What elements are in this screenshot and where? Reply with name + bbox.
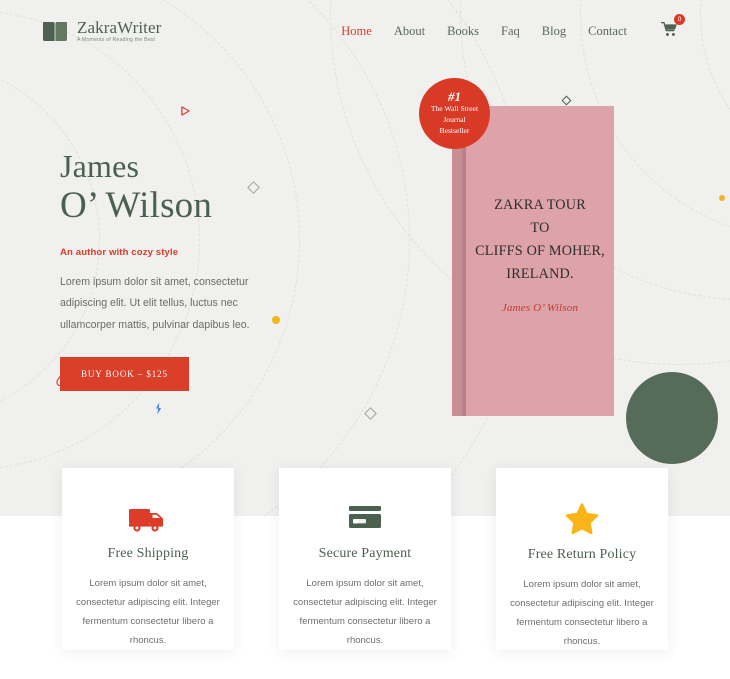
feature-card-secure-payment[interactable]: Secure Payment Lorem ipsum dolor sit ame… [279, 468, 451, 650]
shopping-cart-icon [660, 21, 678, 41]
bestseller-badge: #1 The Wall Street Journal Bestseller [419, 78, 490, 149]
nav-item-faq[interactable]: Faq [501, 24, 520, 39]
nav-item-blog[interactable]: Blog [542, 24, 566, 39]
feature-cards: Free Shipping Lorem ipsum dolor sit amet… [62, 468, 668, 650]
nav-item-contact[interactable]: Contact [588, 24, 627, 39]
cart-button[interactable]: 0 [660, 13, 685, 42]
book-title-line-3: CLIFFS OF MOHER, [475, 243, 605, 259]
nav-item-about[interactable]: About [394, 24, 425, 39]
feature-title: Free Return Policy [527, 547, 637, 562]
book-title-line-2: TO [530, 220, 550, 236]
badge-line-3: Bestseller [439, 126, 470, 136]
feature-text: Lorem ipsum dolor sit amet, consectetur … [510, 579, 654, 647]
feature-card-free-shipping[interactable]: Free Shipping Lorem ipsum dolor sit amet… [62, 468, 234, 650]
accent-circle [626, 372, 718, 464]
hero-name-line-2: O’ Wilson [60, 184, 213, 226]
brand-tagline: A Moments of Reading the Best [77, 37, 156, 44]
nav-item-home[interactable]: Home [341, 24, 372, 39]
hero-name-line-1: James [60, 148, 140, 184]
brand-logo[interactable]: ZakraWriter A Moments of Reading the Bes… [42, 19, 161, 44]
delivery-truck-icon [128, 503, 168, 534]
cart-count-badge: 0 [674, 13, 685, 25]
badge-rank: #1 [448, 89, 461, 105]
feature-card-free-return-policy[interactable]: Free Return Policy Lorem ipsum dolor sit… [496, 468, 668, 650]
badge-line-2: Journal [443, 115, 466, 125]
book-author: James O’ Wilson [501, 302, 579, 314]
book-title-line-4: IRELAND. [506, 266, 574, 282]
feature-title: Secure Payment [318, 546, 412, 561]
badge-line-1: The Wall Street [430, 104, 479, 114]
nav-item-books[interactable]: Books [447, 24, 479, 39]
page-root: ZakraWriter A Moments of Reading the Bes… [0, 0, 730, 679]
hero-subtitle: An author with cozy style [60, 246, 179, 258]
feature-text: Lorem ipsum dolor sit amet, consectetur … [293, 578, 437, 646]
site-header: ZakraWriter A Moments of Reading the Bes… [0, 0, 730, 62]
feature-title: Free Shipping [107, 546, 189, 561]
feature-text: Lorem ipsum dolor sit amet, consectetur … [76, 578, 220, 646]
brand-name: ZakraWriter [77, 17, 162, 37]
buy-book-button[interactable]: BUY BOOK – $125 [60, 356, 189, 391]
hero-paragraph: Lorem ipsum dolor sit amet, consectetur … [60, 275, 250, 331]
credit-card-icon [346, 503, 384, 534]
main-navigation: Home About Books Faq Blog Contact 0 [341, 13, 685, 42]
book-cover[interactable]: ZAKRA TOUR TO CLIFFS OF MOHER, IRELAND. … [466, 106, 614, 416]
open-book-icon [42, 20, 68, 42]
book-title-line-1: ZAKRA TOUR [494, 197, 586, 213]
hero-content: James O’ Wilson An author with cozy styl… [60, 148, 360, 391]
star-icon [565, 503, 599, 535]
